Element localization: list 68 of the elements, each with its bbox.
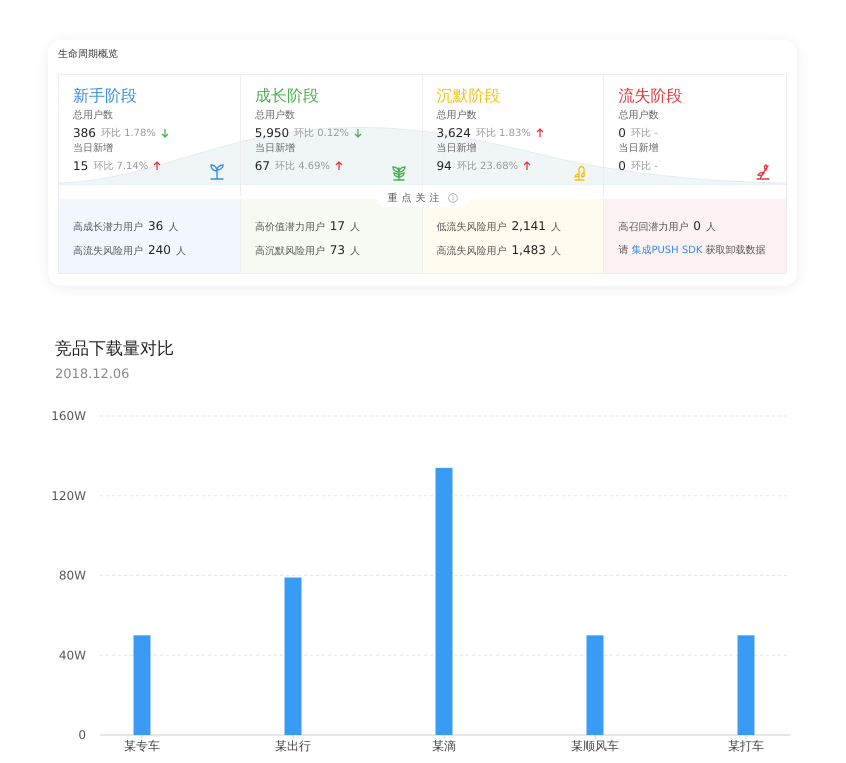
focus-heading: 重点关注 [388, 192, 444, 205]
chart-title: 竞品下载量对比 [55, 338, 175, 360]
metric-label: 总用户数 [73, 109, 113, 123]
stage-title: 沉默阶段 [436, 86, 500, 106]
unit-text: 人 [168, 221, 178, 234]
unit-text: 人 [350, 221, 360, 234]
metric-label: 当日新增 [618, 142, 658, 156]
metric-value: 15 [73, 158, 88, 172]
y-axis-label: 0 [78, 728, 86, 742]
focus-label: 高流失风险用户 [73, 244, 143, 258]
focus-value: 1,483 [512, 243, 546, 257]
focus-value: 17 [330, 219, 346, 233]
sprout-icon [208, 162, 226, 182]
metric-label: 当日新增 [254, 142, 295, 156]
unit-text: 人 [706, 221, 716, 234]
ratio-text: 环比 1.78% [100, 126, 156, 140]
ratio-text: 环比 0.12% [294, 126, 350, 140]
focus-label: 高成长潜力用户 [73, 220, 143, 234]
ratio-text: 环比 7.14% [93, 160, 148, 172]
ratio-text: 环比 4.69% [275, 160, 330, 172]
chart-date: 2018.12.06 [55, 366, 130, 384]
x-axis-label: 某顺风车 [571, 739, 619, 753]
focus-value: 36 [148, 219, 164, 233]
y-axis-label: 40W [58, 648, 86, 662]
metric-label: 总用户数 [254, 109, 295, 123]
x-axis-label: 某专车 [124, 739, 160, 753]
metric-value: 386 [73, 126, 96, 140]
metric-value: 0 [618, 126, 626, 140]
y-axis-label: 160W [51, 409, 86, 423]
focus-label: 高沉默风险用户 [254, 244, 325, 258]
focus-value: 2,141 [512, 219, 546, 233]
metric-value: 0 [618, 158, 626, 172]
card-title: 生命周期概览 [58, 48, 119, 62]
x-axis-label: 某出行 [275, 739, 311, 753]
focus-label: 高流失风险用户 [436, 244, 506, 258]
info-icon [448, 193, 458, 203]
metric-value: 3,624 [436, 126, 471, 140]
metric-value: 5,950 [254, 126, 290, 140]
x-axis-label: 某打车 [728, 739, 764, 753]
metric-label: 总用户数 [436, 109, 476, 123]
y-axis-label: 120W [51, 488, 86, 503]
focus-value: 240 [148, 243, 171, 257]
y-axis-label: 80W [58, 568, 86, 582]
metric-value: 94 [436, 158, 452, 172]
metric-value: 67 [254, 158, 270, 172]
stage-title: 新手阶段 [73, 86, 137, 106]
metric-label: 当日新增 [436, 142, 476, 156]
focus-value: 0 [693, 219, 701, 233]
unit-text: 人 [350, 245, 360, 258]
ratio-text: 环比 23.68% [456, 160, 518, 172]
unit-text: 人 [550, 221, 561, 234]
metric-label: 总用户数 [618, 109, 658, 123]
integrate-link[interactable]: 集成PUSH SDK [631, 245, 702, 256]
focus-value: 73 [330, 243, 346, 257]
ratio-text: 环比 1.83% [476, 126, 531, 140]
fallen-plant-icon [754, 162, 772, 182]
focus-label: 低流失风险用户 [436, 220, 506, 234]
notice-text: 请 集成PUSH SDK 获取卸载数据 [618, 244, 766, 257]
metric-label: 当日新增 [73, 142, 113, 156]
unit-text: 人 [550, 245, 561, 258]
focus-label: 高价值潜力用户 [254, 220, 325, 234]
stage-title: 成长阶段 [254, 86, 319, 106]
ratio-text: 环比 - [630, 160, 658, 172]
focus-label: 高召回潜力用户 [618, 220, 688, 234]
unit-text: 人 [176, 245, 186, 258]
stage-title: 流失阶段 [618, 86, 682, 106]
ratio-text: 环比 - [630, 126, 658, 140]
x-axis-label: 某滴 [432, 739, 456, 753]
